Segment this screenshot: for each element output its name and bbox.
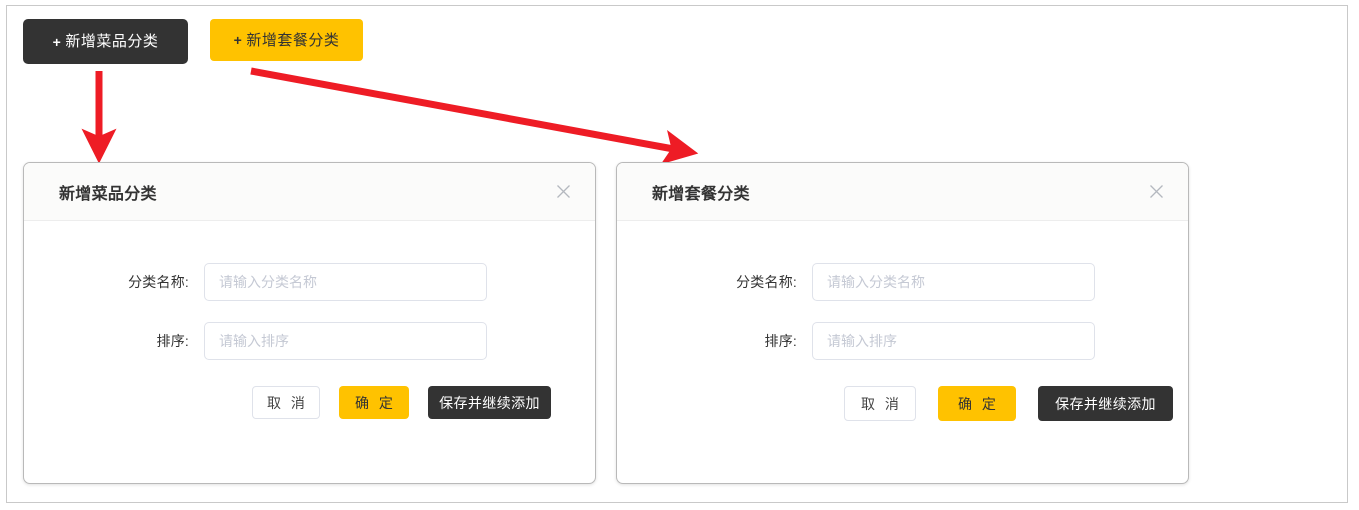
- arrow-to-combo-dialog: [250, 67, 699, 165]
- form-row-category-name: 分类名称:: [617, 263, 1188, 301]
- form-row-sort: 排序:: [617, 322, 1188, 360]
- confirm-button[interactable]: 确 定: [339, 386, 409, 419]
- category-name-input[interactable]: [812, 263, 1095, 301]
- dialog-body: 分类名称: 排序: 取 消 确 定 保存并继续添加: [617, 221, 1188, 421]
- category-name-input[interactable]: [204, 263, 487, 301]
- dialog-header: 新增菜品分类: [24, 163, 595, 221]
- add-combo-category-button[interactable]: + 新增套餐分类: [210, 19, 363, 61]
- form-row-sort: 排序:: [24, 322, 595, 360]
- cancel-button[interactable]: 取 消: [844, 386, 916, 421]
- dialog-footer: 取 消 确 定 保存并继续添加: [24, 386, 595, 419]
- close-icon[interactable]: [1146, 182, 1166, 202]
- form-row-category-name: 分类名称:: [24, 263, 595, 301]
- category-name-label: 分类名称:: [128, 274, 189, 290]
- add-dish-category-label: 新增菜品分类: [65, 33, 159, 50]
- dialog-title: 新增套餐分类: [652, 185, 750, 203]
- category-name-label: 分类名称:: [736, 274, 797, 290]
- dialog-title: 新增菜品分类: [59, 185, 157, 203]
- dialog-header: 新增套餐分类: [617, 163, 1188, 221]
- add-dish-category-button[interactable]: + 新增菜品分类: [23, 19, 188, 64]
- sort-input[interactable]: [204, 322, 487, 360]
- add-dish-category-dialog: 新增菜品分类 分类名称: 排序: 取 消 确 定 保存并继续添加: [23, 162, 596, 484]
- app-screen: + 新增菜品分类 + 新增套餐分类 新增菜品分类 分类名称: 请输入分类名称 排…: [6, 5, 1348, 503]
- add-combo-category-label: 新增套餐分类: [246, 31, 340, 49]
- close-icon[interactable]: [553, 182, 573, 202]
- dialog-body: 分类名称: 排序: 取 消 确 定 保存并继续添加: [24, 221, 595, 419]
- plus-icon: +: [233, 32, 243, 48]
- sort-label: 排序:: [764, 333, 797, 349]
- save-and-continue-button[interactable]: 保存并继续添加: [1038, 386, 1173, 421]
- sort-label: 排序:: [156, 333, 189, 349]
- toolbar: + 新增菜品分类 + 新增套餐分类: [23, 19, 363, 64]
- plus-icon: +: [52, 33, 62, 50]
- sort-input[interactable]: [812, 322, 1095, 360]
- confirm-button[interactable]: 确 定: [938, 386, 1016, 421]
- add-combo-category-dialog: 新增套餐分类 分类名称: 排序: 取 消 确 定 保存并继续添加: [616, 162, 1189, 484]
- save-and-continue-button[interactable]: 保存并继续添加: [428, 386, 551, 419]
- cancel-button[interactable]: 取 消: [252, 386, 320, 419]
- dialog-footer: 取 消 确 定 保存并继续添加: [617, 386, 1188, 421]
